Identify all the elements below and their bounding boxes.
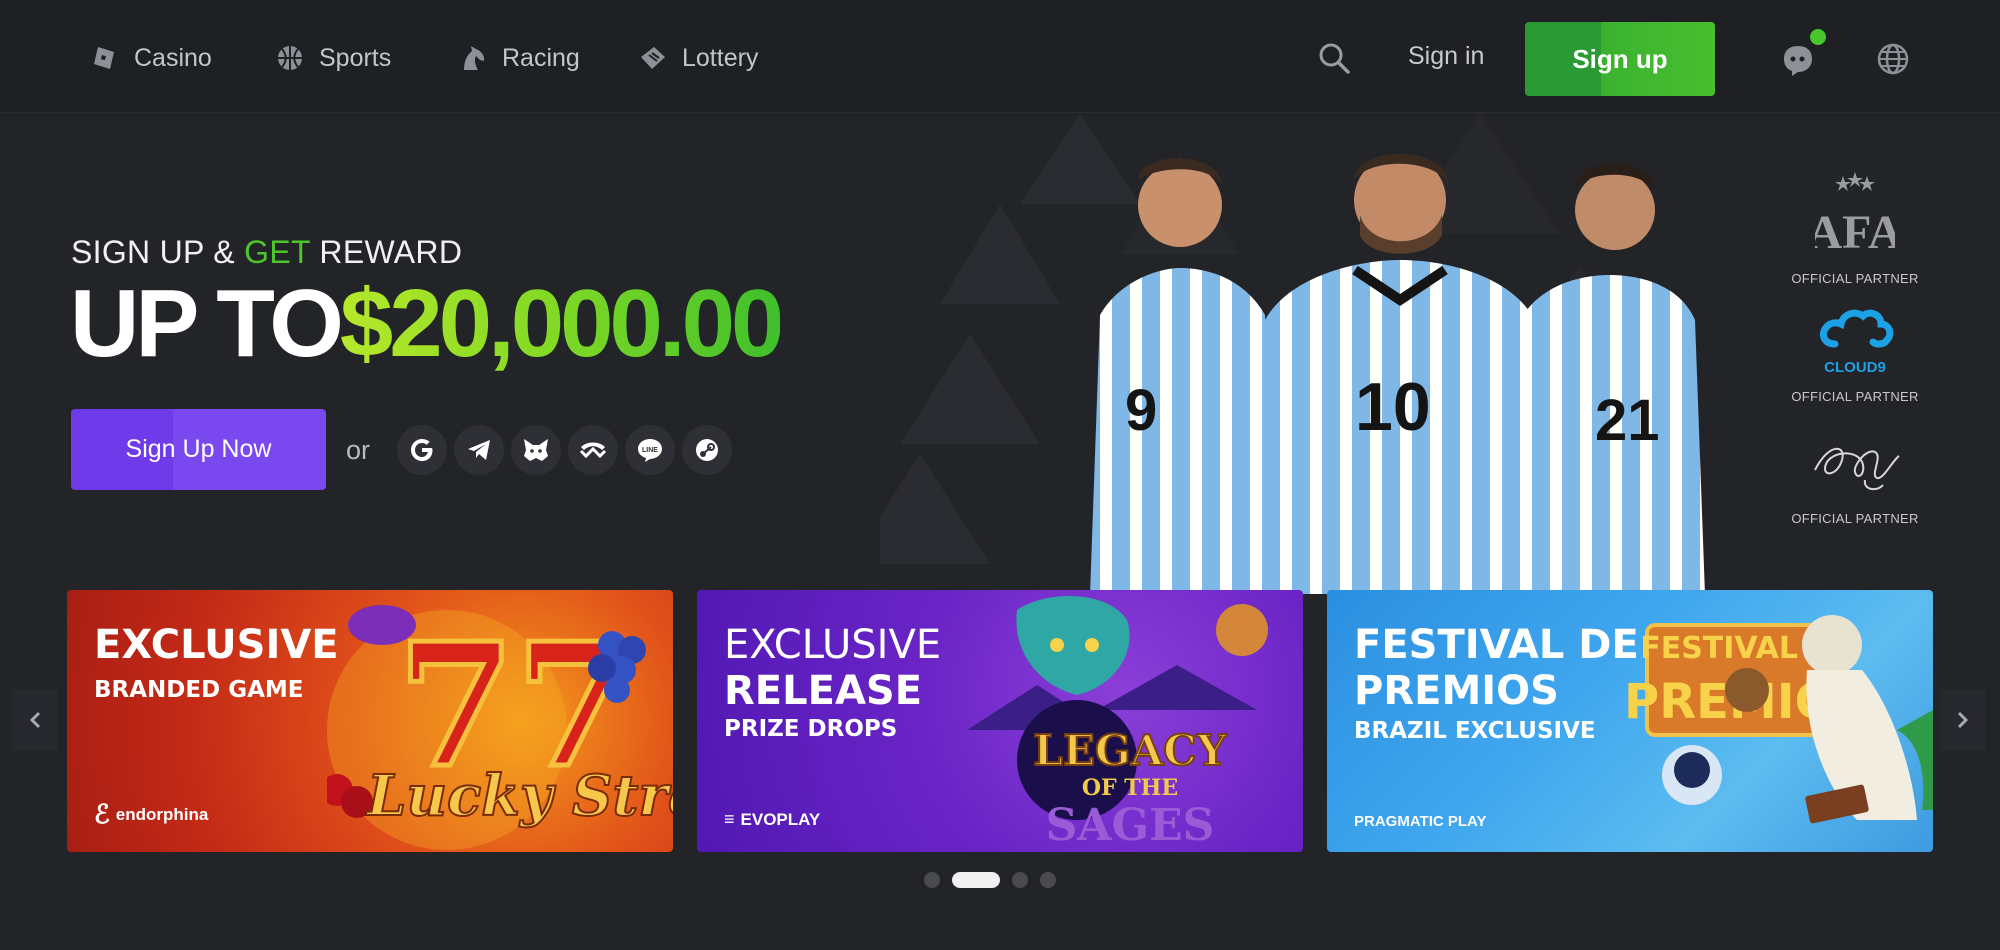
partner-caption-cloud9: OFFICIAL PARTNER <box>1791 389 1919 404</box>
promo-card-endorphina[interactable]: 77 Lucky Streak 3 EXCLUSIVE BRANDED GAME… <box>67 590 673 852</box>
amount-prefix: UP TO <box>70 270 344 377</box>
partner-cloud9: CLOUD9 OFFICIAL PARTNER <box>1780 302 1930 404</box>
festival-premios-art: FESTIVAL DE PREMIOS <box>1627 615 1933 824</box>
players-image: 9 21 10 <box>1090 153 1705 594</box>
svg-text:SAGES: SAGES <box>1046 800 1215 851</box>
svg-text:OF THE: OF THE <box>1082 775 1178 801</box>
hero-banner: SIGN UP & GET REWARD UP TO$20,000.00 Sig… <box>0 114 2000 594</box>
eyebrow-text-end: REWARD <box>310 234 463 270</box>
globe-icon[interactable] <box>1876 42 1910 76</box>
carousel-prev-button[interactable] <box>12 690 58 750</box>
nav-racing[interactable]: Racing <box>458 38 580 78</box>
card1-line1: EXCLUSIVE <box>94 622 339 668</box>
sports-icon <box>275 43 305 73</box>
eyebrow-text: SIGN UP & <box>71 234 245 270</box>
carousel-pagination <box>924 872 1056 888</box>
google-icon[interactable] <box>397 425 447 475</box>
card3-line1: FESTIVAL DE <box>1354 622 1639 668</box>
eyebrow-highlight: GET <box>244 234 311 270</box>
partner-caption-afa: OFFICIAL PARTNER <box>1791 271 1919 286</box>
afa-logo: AFA <box>1807 172 1903 259</box>
chevron-left-icon <box>29 711 41 729</box>
card3-line3: BRAZIL EXCLUSIVE <box>1354 718 1596 744</box>
telegram-icon[interactable] <box>454 425 504 475</box>
evoplay-logo: ≡ EVOPLAY <box>724 809 820 830</box>
hero-eyebrow: SIGN UP & GET REWARD <box>71 234 462 271</box>
sign-up-button[interactable]: Sign up <box>1525 22 1715 96</box>
jersey-number-center: 10 <box>1355 369 1431 445</box>
svg-text:LINE: LINE <box>642 447 658 454</box>
evoplay-label: EVOPLAY <box>740 809 821 829</box>
promo-card-evoplay[interactable]: LEGACY OF THE SAGES EXCLUSIVE RELEASE PR… <box>697 590 1303 852</box>
nav-casino[interactable]: Casino <box>90 38 212 78</box>
pragmatic-play-logo: PRAGMATIC PLAY <box>1354 813 1487 830</box>
ticket-icon <box>638 43 668 73</box>
carousel-next-button[interactable] <box>1940 690 1986 750</box>
horse-icon <box>458 43 488 73</box>
nav-sports[interactable]: Sports <box>275 38 391 78</box>
search-icon[interactable] <box>1316 40 1352 76</box>
lucky-streak-art: 77 Lucky Streak 3 <box>327 604 673 850</box>
card2-line1: EXCLUSIVE <box>724 622 942 668</box>
chevron-right-icon <box>1957 711 1969 729</box>
pragmatic-label: PRAGMATIC PLAY <box>1354 813 1487 830</box>
jersey-number-left: 9 <box>1125 378 1157 443</box>
sign-up-now-button[interactable]: Sign Up Now <box>71 409 326 490</box>
metamask-icon[interactable] <box>511 425 561 475</box>
or-separator: or <box>346 435 371 465</box>
chat-icon[interactable] <box>1778 42 1818 78</box>
walletconnect-icon[interactable] <box>568 425 618 475</box>
top-nav-bar: Casino Sports Racing Lottery Sign in Sig… <box>0 0 2000 113</box>
casino-icon <box>90 43 120 73</box>
carousel-dot-2[interactable] <box>952 872 1000 888</box>
signature-logo <box>1814 447 1900 491</box>
line-icon[interactable]: LINE <box>625 425 675 475</box>
nav-casino-label: Casino <box>134 43 212 72</box>
lucky-streak-title: Lucky Streak 3 <box>365 763 673 829</box>
notification-dot <box>1810 29 1826 45</box>
cloud9-logo-text: CLOUD9 <box>1824 359 1886 376</box>
afa-logo-text: AFA <box>1815 206 1895 259</box>
endorphina-label: endorphina <box>115 805 209 824</box>
card2-line3: PRIZE DROPS <box>724 716 898 742</box>
jersey-number-right: 21 <box>1595 388 1660 453</box>
legacy-sages-art: LEGACY OF THE SAGES <box>967 596 1268 851</box>
nav-lottery[interactable]: Lottery <box>638 38 758 78</box>
hero-amount: UP TO$20,000.00 <box>70 276 784 372</box>
endorphina-logo: ℰ endorphina <box>94 800 208 830</box>
partner-caption-signature: OFFICIAL PARTNER <box>1791 511 1919 526</box>
promo-card-pragmatic[interactable]: FESTIVAL DE PREMIOS FESTIVAL DE PREMIOS … <box>1327 590 1933 852</box>
carousel-dot-3[interactable] <box>1012 872 1028 888</box>
svg-text:LEGACY: LEGACY <box>1033 726 1227 775</box>
partner-signature: OFFICIAL PARTNER <box>1780 430 1930 526</box>
card2-line2: RELEASE <box>724 668 923 714</box>
endorphina-mark: ℰ <box>94 800 110 830</box>
evoplay-mark: ≡ <box>724 809 735 829</box>
cloud9-logo: CLOUD9 <box>1819 309 1894 376</box>
steam-icon[interactable] <box>682 425 732 475</box>
card1-line2: BRANDED GAME <box>94 677 304 703</box>
nav-sports-label: Sports <box>319 43 392 72</box>
sign-in-link[interactable]: Sign in <box>1408 42 1484 71</box>
amount-value: $20,000.00 <box>339 270 784 377</box>
card3-line2: PREMIOS <box>1354 668 1559 714</box>
carousel-dot-4[interactable] <box>1040 872 1056 888</box>
nav-lottery-label: Lottery <box>682 43 759 72</box>
nav-racing-label: Racing <box>502 43 580 72</box>
carousel-dot-1[interactable] <box>924 872 940 888</box>
partner-afa: AFA OFFICIAL PARTNER <box>1780 170 1930 286</box>
